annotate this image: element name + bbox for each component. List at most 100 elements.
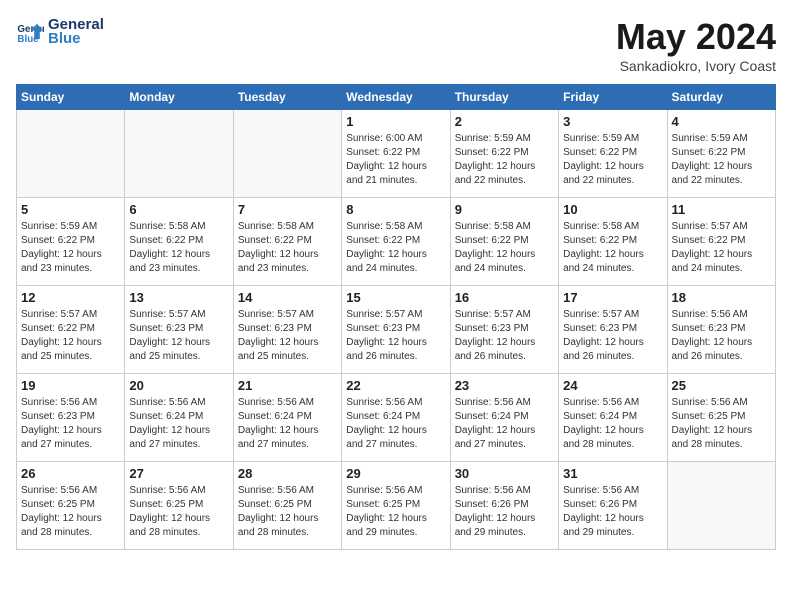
- day-info: Sunrise: 5:56 AM Sunset: 6:25 PM Dayligh…: [238, 484, 337, 540]
- calendar-cell: 29 Sunrise: 5:56 AM Sunset: 6:25 PM Dayli…: [342, 462, 450, 550]
- logo-text: General Blue: [48, 16, 104, 47]
- calendar-cell: 21 Sunrise: 5:56 AM Sunset: 6:24 PM Dayli…: [233, 374, 341, 462]
- day-number: 11: [672, 202, 771, 217]
- week-row-1: 1Sunrise: 6:00 AM Sunset: 6:22 PM Daylig…: [17, 110, 776, 198]
- calendar-cell: 5Sunrise: 5:59 AM Sunset: 6:22 PM Daylig…: [17, 198, 125, 286]
- day-header-friday: Friday: [559, 85, 667, 110]
- calendar-cell: 19Sunrise: 5:56 AM Sunset: 6:23 PM Dayli…: [17, 374, 125, 462]
- week-row-4: 19Sunrise: 5:56 AM Sunset: 6:23 PM Dayli…: [17, 374, 776, 462]
- day-info: Sunrise: 5:58 AM Sunset: 6:22 PM Dayligh…: [563, 220, 662, 276]
- calendar-cell: 31Sunrise: 5:56 AM Sunset: 6:26 PM Dayli…: [559, 462, 667, 550]
- day-info: Sunrise: 5:56 AM Sunset: 6:25 PM Dayligh…: [129, 484, 228, 540]
- day-header-thursday: Thursday: [450, 85, 558, 110]
- day-info: Sunrise: 5:56 AM Sunset: 6:25 PM Dayligh…: [672, 396, 771, 452]
- day-number: 15: [346, 290, 445, 305]
- day-info: Sunrise: 5:57 AM Sunset: 6:23 PM Dayligh…: [563, 308, 662, 364]
- day-number: 30: [455, 466, 554, 481]
- day-header-tuesday: Tuesday: [233, 85, 341, 110]
- calendar-cell: 28 Sunrise: 5:56 AM Sunset: 6:25 PM Dayli…: [233, 462, 341, 550]
- day-info: Sunrise: 5:56 AM Sunset: 6:25 PM Dayligh…: [346, 484, 445, 540]
- calendar-cell: 10 Sunrise: 5:58 AM Sunset: 6:22 PM Dayli…: [559, 198, 667, 286]
- day-info: Sunrise: 5:56 AM Sunset: 6:24 PM Dayligh…: [238, 396, 337, 452]
- day-info: Sunrise: 5:57 AM Sunset: 6:23 PM Dayligh…: [129, 308, 228, 364]
- day-number: 4: [672, 114, 771, 129]
- day-info: Sunrise: 5:56 AM Sunset: 6:25 PM Dayligh…: [21, 484, 120, 540]
- day-number: 17: [563, 290, 662, 305]
- day-info: Sunrise: 5:57 AM Sunset: 6:22 PM Dayligh…: [21, 308, 120, 364]
- calendar-cell: 14 Sunrise: 5:57 AM Sunset: 6:23 PM Dayli…: [233, 286, 341, 374]
- day-number: 10: [563, 202, 662, 217]
- day-number: 8: [346, 202, 445, 217]
- day-number: 27: [129, 466, 228, 481]
- day-info: Sunrise: 5:58 AM Sunset: 6:22 PM Dayligh…: [238, 220, 337, 276]
- calendar-cell: 26 Sunrise: 5:56 AM Sunset: 6:25 PM Dayli…: [17, 462, 125, 550]
- day-info: Sunrise: 5:56 AM Sunset: 6:24 PM Dayligh…: [346, 396, 445, 452]
- day-info: Sunrise: 5:58 AM Sunset: 6:22 PM Dayligh…: [129, 220, 228, 276]
- calendar-table: SundayMondayTuesdayWednesdayThursdayFrid…: [16, 84, 776, 550]
- day-number: 20: [129, 378, 228, 393]
- day-info: Sunrise: 5:56 AM Sunset: 6:26 PM Dayligh…: [563, 484, 662, 540]
- day-number: 28: [238, 466, 337, 481]
- day-number: 3: [563, 114, 662, 129]
- calendar-cell: [125, 110, 233, 198]
- calendar-cell: 16 Sunrise: 5:57 AM Sunset: 6:23 PM Dayli…: [450, 286, 558, 374]
- header: General Blue General Blue May 2024 Sanka…: [16, 16, 776, 74]
- calendar-cell: [667, 462, 775, 550]
- day-number: 7: [238, 202, 337, 217]
- day-number: 19: [21, 378, 120, 393]
- day-number: 13: [129, 290, 228, 305]
- day-header-monday: Monday: [125, 85, 233, 110]
- calendar-cell: 27 Sunrise: 5:56 AM Sunset: 6:25 PM Dayli…: [125, 462, 233, 550]
- calendar-cell: 30 Sunrise: 5:56 AM Sunset: 6:26 PM Dayli…: [450, 462, 558, 550]
- day-number: 1: [346, 114, 445, 129]
- calendar-cell: 25 Sunrise: 5:56 AM Sunset: 6:25 PM Dayli…: [667, 374, 775, 462]
- calendar-cell: 3 Sunrise: 5:59 AM Sunset: 6:22 PM Daylig…: [559, 110, 667, 198]
- week-row-5: 26 Sunrise: 5:56 AM Sunset: 6:25 PM Dayli…: [17, 462, 776, 550]
- calendar-cell: 11 Sunrise: 5:57 AM Sunset: 6:22 PM Dayli…: [667, 198, 775, 286]
- calendar-cell: 6 Sunrise: 5:58 AM Sunset: 6:22 PM Daylig…: [125, 198, 233, 286]
- logo: General Blue General Blue: [16, 16, 104, 47]
- calendar-cell: 15Sunrise: 5:57 AM Sunset: 6:23 PM Dayli…: [342, 286, 450, 374]
- day-info: Sunrise: 5:57 AM Sunset: 6:23 PM Dayligh…: [455, 308, 554, 364]
- day-info: Sunrise: 5:56 AM Sunset: 6:24 PM Dayligh…: [563, 396, 662, 452]
- day-number: 5: [21, 202, 120, 217]
- location-subtitle: Sankadiokro, Ivory Coast: [616, 58, 776, 74]
- day-number: 9: [455, 202, 554, 217]
- day-number: 16: [455, 290, 554, 305]
- calendar-cell: [233, 110, 341, 198]
- calendar-cell: 8Sunrise: 5:58 AM Sunset: 6:22 PM Daylig…: [342, 198, 450, 286]
- day-info: Sunrise: 5:56 AM Sunset: 6:26 PM Dayligh…: [455, 484, 554, 540]
- week-row-2: 5Sunrise: 5:59 AM Sunset: 6:22 PM Daylig…: [17, 198, 776, 286]
- day-header-sunday: Sunday: [17, 85, 125, 110]
- day-info: Sunrise: 5:57 AM Sunset: 6:23 PM Dayligh…: [238, 308, 337, 364]
- day-info: Sunrise: 5:56 AM Sunset: 6:24 PM Dayligh…: [455, 396, 554, 452]
- day-number: 12: [21, 290, 120, 305]
- title-area: May 2024 Sankadiokro, Ivory Coast: [616, 16, 776, 74]
- day-info: Sunrise: 5:59 AM Sunset: 6:22 PM Dayligh…: [672, 132, 771, 188]
- day-number: 29: [346, 466, 445, 481]
- calendar-cell: 23Sunrise: 5:56 AM Sunset: 6:24 PM Dayli…: [450, 374, 558, 462]
- month-title: May 2024: [616, 16, 776, 58]
- day-info: Sunrise: 5:59 AM Sunset: 6:22 PM Dayligh…: [563, 132, 662, 188]
- calendar-cell: 13 Sunrise: 5:57 AM Sunset: 6:23 PM Dayli…: [125, 286, 233, 374]
- calendar-cell: 4 Sunrise: 5:59 AM Sunset: 6:22 PM Daylig…: [667, 110, 775, 198]
- day-header-saturday: Saturday: [667, 85, 775, 110]
- week-row-3: 12 Sunrise: 5:57 AM Sunset: 6:22 PM Dayli…: [17, 286, 776, 374]
- day-number: 25: [672, 378, 771, 393]
- calendar-cell: 18 Sunrise: 5:56 AM Sunset: 6:23 PM Dayli…: [667, 286, 775, 374]
- calendar-cell: 7 Sunrise: 5:58 AM Sunset: 6:22 PM Daylig…: [233, 198, 341, 286]
- calendar-cell: 17 Sunrise: 5:57 AM Sunset: 6:23 PM Dayli…: [559, 286, 667, 374]
- day-number: 14: [238, 290, 337, 305]
- day-info: Sunrise: 5:57 AM Sunset: 6:22 PM Dayligh…: [672, 220, 771, 276]
- day-info: Sunrise: 5:56 AM Sunset: 6:23 PM Dayligh…: [672, 308, 771, 364]
- day-number: 18: [672, 290, 771, 305]
- day-number: 26: [21, 466, 120, 481]
- logo-icon: General Blue: [16, 18, 44, 46]
- calendar-cell: 2Sunrise: 5:59 AM Sunset: 6:22 PM Daylig…: [450, 110, 558, 198]
- day-number: 6: [129, 202, 228, 217]
- day-info: Sunrise: 5:59 AM Sunset: 6:22 PM Dayligh…: [455, 132, 554, 188]
- calendar-cell: 22Sunrise: 5:56 AM Sunset: 6:24 PM Dayli…: [342, 374, 450, 462]
- calendar-cell: 9Sunrise: 5:58 AM Sunset: 6:22 PM Daylig…: [450, 198, 558, 286]
- day-info: Sunrise: 5:56 AM Sunset: 6:24 PM Dayligh…: [129, 396, 228, 452]
- day-number: 21: [238, 378, 337, 393]
